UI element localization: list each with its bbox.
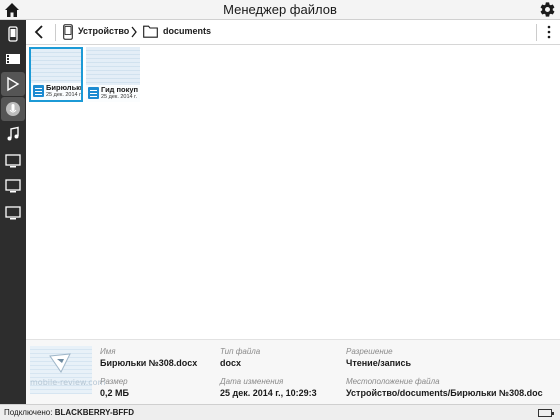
permission-value: Чтение/запись — [346, 358, 412, 368]
sidebar-item-media[interactable] — [1, 72, 25, 96]
music-note-icon — [7, 126, 19, 141]
sidebar-item-monitor-3[interactable] — [1, 201, 25, 225]
document-icon — [33, 85, 44, 97]
breadcrumb-folder[interactable]: documents — [163, 26, 211, 36]
file-name: Бирюльки — [46, 83, 83, 92]
sidebar-item-monitor-2[interactable] — [1, 174, 25, 198]
name-value: Бирюльки №308.docx — [100, 358, 198, 368]
modified-label: Дата изменения — [220, 377, 284, 386]
connection-status: Подключено: BLACKBERRY-BFFD — [4, 408, 134, 417]
modified-value: 25 дек. 2014 г., 10:29:3 — [220, 388, 317, 398]
sidebar-item-monitor-1[interactable] — [1, 149, 25, 173]
document-preview-icon — [49, 353, 71, 373]
watermark: mobile-review.com — [30, 378, 106, 387]
name-label: Имя — [100, 347, 116, 356]
permission-label: Разрешение — [346, 347, 393, 356]
back-arrow-icon[interactable] — [32, 24, 48, 40]
battery-icon — [538, 409, 554, 417]
app-title: Менеджер файлов — [223, 2, 337, 17]
file-details-panel: mobile-review.com Имя Бирюльки №308.docx… — [26, 339, 560, 404]
folder-icon — [143, 25, 158, 38]
file-tile[interactable]: Бирюльки 25 дек. 2014 г. — [29, 47, 83, 102]
sidebar-item-videos[interactable] — [1, 47, 25, 71]
monitor-icon — [5, 206, 21, 220]
file-date: 25 дек. 2014 г. — [101, 94, 138, 100]
device-phone-icon — [63, 24, 73, 40]
sidebar-item-music[interactable] — [1, 122, 25, 146]
film-strip-icon — [6, 54, 20, 64]
status-bar: Подключено: BLACKBERRY-BFFD — [0, 404, 560, 420]
phone-icon — [8, 26, 18, 42]
gear-icon[interactable] — [539, 1, 556, 18]
location-label: Местоположение файла — [346, 377, 440, 386]
file-date: 25 дек. 2014 г. — [46, 92, 83, 98]
file-name: Гид покуп — [101, 85, 139, 94]
divider — [55, 24, 56, 41]
title-bar: Менеджер файлов — [0, 0, 560, 20]
sidebar-item-phone[interactable] — [1, 22, 25, 46]
location-value: Устройство/documents/Бирюльки №308.doc — [346, 388, 543, 398]
path-bar: Устройство documents — [26, 20, 560, 45]
chevron-right-icon — [131, 26, 137, 38]
breadcrumb-device[interactable]: Устройство — [78, 26, 129, 36]
document-icon — [88, 87, 99, 99]
more-vertical-icon[interactable] — [544, 24, 554, 40]
file-caption: Гид покуп 25 дек. 2014 г. — [86, 85, 140, 102]
type-value: docx — [220, 358, 242, 368]
type-label: Тип файла — [220, 347, 261, 356]
monitor-icon — [5, 179, 21, 193]
connection-prefix: Подключено: — [4, 408, 53, 417]
sidebar — [0, 20, 26, 404]
microphone-icon — [6, 102, 20, 116]
file-tile[interactable]: Гид покуп 25 дек. 2014 г. — [86, 47, 140, 102]
play-icon — [7, 76, 20, 92]
size-value: 0,2 МБ — [100, 388, 129, 398]
file-caption: Бирюльки 25 дек. 2014 г. — [31, 83, 81, 100]
connected-device: BLACKBERRY-BFFD — [54, 408, 134, 417]
divider — [536, 24, 537, 41]
monitor-icon — [5, 154, 21, 168]
sidebar-item-voice[interactable] — [1, 97, 25, 121]
size-label: Размер — [100, 377, 128, 386]
